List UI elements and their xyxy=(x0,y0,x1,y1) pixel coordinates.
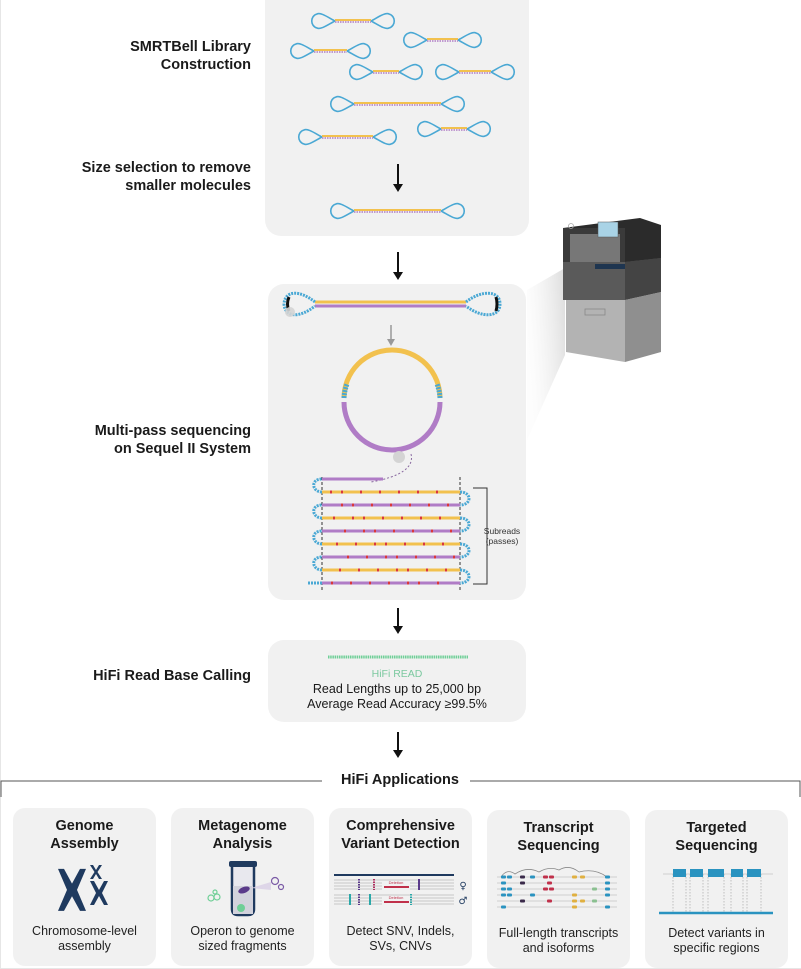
app-card-targeted-sequencing: Targeted Sequencing Detect variants in spe… xyxy=(645,810,788,968)
target-region-box xyxy=(690,869,703,877)
exon-mark xyxy=(605,875,610,879)
exon-mark xyxy=(572,875,577,879)
male-icon: ♂ xyxy=(459,896,468,907)
target-region xyxy=(707,869,725,913)
app-desc-line: Detect SNV, Indels, xyxy=(346,924,455,938)
app-desc-line: Operon to genome xyxy=(190,924,295,938)
exon-mark xyxy=(501,887,506,891)
exon-mark xyxy=(530,893,535,897)
deletion-label: Deletion xyxy=(389,895,404,900)
exon-mark xyxy=(520,881,525,885)
exon-mark xyxy=(547,899,552,903)
exon-mark xyxy=(572,893,577,897)
exon-mark xyxy=(547,881,552,885)
applications-title: HiFi Applications xyxy=(330,772,470,788)
target-region xyxy=(672,869,687,913)
splice-arcs xyxy=(500,867,608,878)
app-card-transcript-sequencing: Transcript Sequencing Full-length transcr… xyxy=(487,810,630,968)
app-desc-line: Full-length transcripts xyxy=(498,926,619,940)
target-region-box xyxy=(673,869,686,877)
target-region xyxy=(730,869,744,913)
app-card-description: Detect variants in specific regions xyxy=(645,926,788,956)
app-desc-line: specific regions xyxy=(673,941,760,955)
deletion-label: Deletion xyxy=(389,880,404,885)
exon-mark xyxy=(605,905,610,909)
app-card-description: Detect SNV, Indels, SVs, CNVs xyxy=(329,924,472,954)
app-desc-line: and isoforms xyxy=(522,941,595,955)
exon-mark xyxy=(580,899,585,903)
exon-mark xyxy=(507,875,512,879)
exon-mark xyxy=(520,875,525,879)
exon-mark xyxy=(507,893,512,897)
exon-mark xyxy=(501,881,506,885)
app-card-description: Chromosome-level assembly xyxy=(13,924,156,954)
exon-mark xyxy=(592,887,597,891)
exon-mark xyxy=(580,875,585,879)
exon-mark xyxy=(501,905,506,909)
exon-mark xyxy=(572,905,577,909)
exon-mark xyxy=(605,887,610,891)
exon-mark xyxy=(605,893,610,897)
exon-mark xyxy=(549,887,554,891)
exon-mark xyxy=(507,887,512,891)
exon-mark xyxy=(572,899,577,903)
exon-mark xyxy=(592,899,597,903)
exon-mark xyxy=(520,899,525,903)
target-region xyxy=(746,869,762,913)
female-icon: ♀ xyxy=(459,881,466,892)
app-card-description: Full-length transcripts and isoforms xyxy=(487,926,630,956)
exon-mark xyxy=(549,875,554,879)
exon-mark xyxy=(501,875,506,879)
app-desc-line: Chromosome-level xyxy=(32,924,137,938)
exon-mark xyxy=(605,881,610,885)
target-region-box xyxy=(708,869,724,877)
app-card-variant-detection: Comprehensive Variant Detection Deletion … xyxy=(329,808,472,966)
target-region-box xyxy=(747,869,761,877)
app-card-description: Operon to genome sized fragments xyxy=(171,924,314,954)
app-desc-line: Detect variants in xyxy=(668,926,765,940)
exon-mark xyxy=(543,887,548,891)
target-region-box xyxy=(731,869,743,877)
target-region xyxy=(689,869,704,913)
exon-mark xyxy=(530,875,535,879)
app-desc-line: sized fragments xyxy=(198,939,287,953)
app-desc-line: assembly xyxy=(58,939,111,953)
app-card-metagenome-analysis: Metagenome Analysis Operon to genome sized… xyxy=(171,808,314,966)
app-card-genome-assembly: Genome Assembly Chromosome-level assembly xyxy=(13,808,156,966)
app-desc-line: SVs, CNVs xyxy=(369,939,432,953)
exon-mark xyxy=(543,875,548,879)
exon-mark xyxy=(501,893,506,897)
